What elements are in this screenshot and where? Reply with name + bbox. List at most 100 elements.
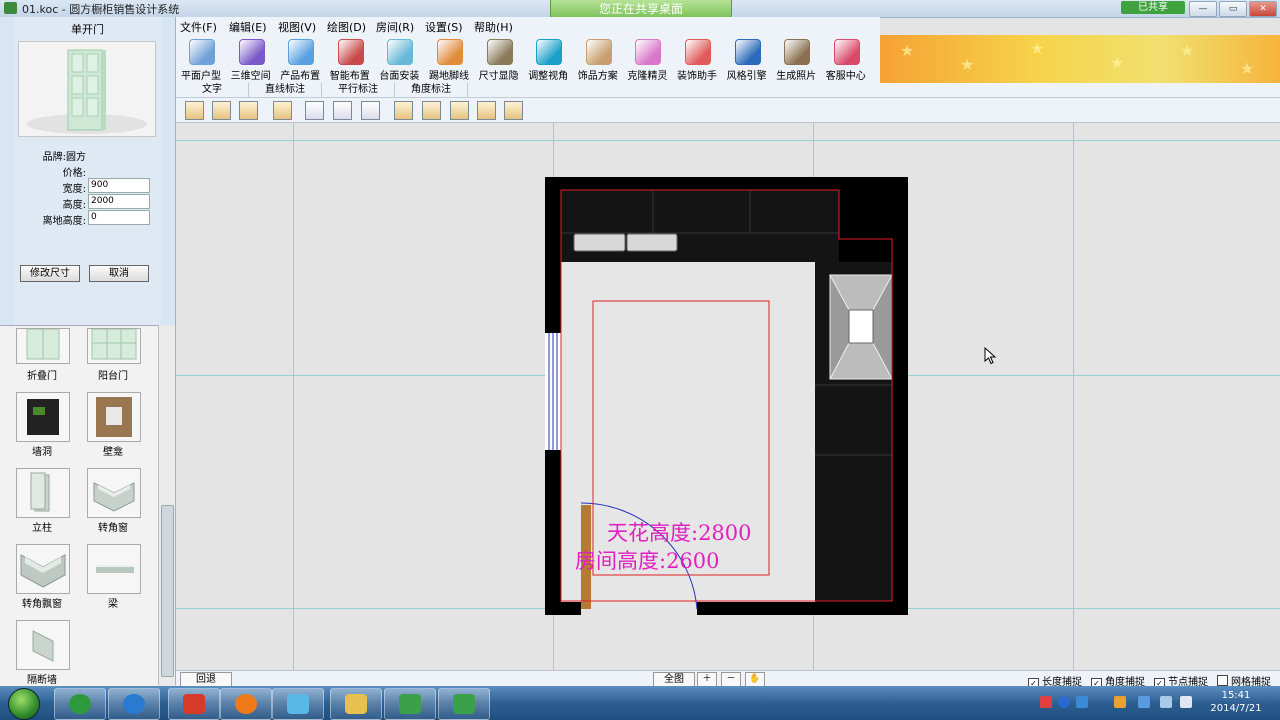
- height-label: 高度:: [62, 200, 86, 211]
- ceiling-height-label: 天花高度:2800: [607, 521, 752, 545]
- toolbar-button[interactable]: 饰品方案: [573, 37, 623, 83]
- rotate-tool-icon[interactable]: [422, 101, 441, 120]
- tab-text[interactable]: 文字: [176, 83, 249, 97]
- toolbar-button[interactable]: 踢地脚线: [424, 37, 474, 83]
- taskbar-app[interactable]: [438, 688, 490, 720]
- app-icon: [183, 694, 205, 714]
- clone-wizard-icon: [635, 39, 662, 65]
- menu-file[interactable]: 文件(F): [180, 19, 217, 35]
- pan-tool-icon[interactable]: [504, 101, 523, 120]
- tray-volume-icon[interactable]: [1180, 696, 1192, 708]
- toolbar-button[interactable]: 风格引擎: [722, 37, 772, 83]
- catalog-item-wall-opening[interactable]: [16, 392, 70, 442]
- menu-room[interactable]: 房间(R): [376, 19, 414, 35]
- fit-view-button[interactable]: 全图: [653, 672, 695, 687]
- text-tool-icon[interactable]: [361, 101, 380, 120]
- system-clock[interactable]: 15:41 2014/7/21: [1206, 689, 1266, 715]
- menu-view[interactable]: 视图(V): [278, 19, 316, 35]
- brand-value: 圆方: [66, 152, 86, 163]
- elevation-input[interactable]: 0: [88, 210, 150, 225]
- close-button[interactable]: ✕: [1249, 1, 1277, 17]
- scroll-thumb[interactable]: [161, 505, 174, 677]
- zoom-window-icon[interactable]: [273, 101, 292, 120]
- catalog-item-corner-bay-window[interactable]: [16, 544, 70, 594]
- menu-edit[interactable]: 编辑(E): [229, 19, 267, 35]
- toolbar-button[interactable]: 装饰助手: [672, 37, 722, 83]
- app-icon: [399, 694, 421, 714]
- tab-parallel-dimension[interactable]: 平行标注: [322, 83, 395, 97]
- catalog-scrollbar[interactable]: [158, 325, 175, 685]
- catalog-label: 梁: [108, 599, 118, 610]
- toolbar-button[interactable]: 三维空间: [226, 37, 276, 83]
- catalog-item-partition-wall[interactable]: [16, 620, 70, 670]
- toolbar-button[interactable]: 克隆精灵: [622, 37, 672, 83]
- toolbar-button[interactable]: 产品布置: [275, 37, 325, 83]
- tray-app-icon[interactable]: [1076, 696, 1088, 708]
- draw-wall-icon[interactable]: [212, 101, 231, 120]
- menu-draw[interactable]: 绘图(D): [327, 19, 366, 35]
- toolbar-button[interactable]: 尺寸显隐: [474, 37, 524, 83]
- start-button[interactable]: [8, 688, 40, 720]
- floor-plan[interactable]: [176, 123, 1280, 670]
- catalog-item-pillar[interactable]: [16, 468, 70, 518]
- menu-settings[interactable]: 设置(S): [425, 19, 463, 35]
- toolbar-button[interactable]: 平面户型: [176, 37, 226, 83]
- diagonal-dimension-icon[interactable]: [333, 101, 352, 120]
- catalog-item-beam[interactable]: [87, 544, 141, 594]
- modify-size-button[interactable]: 修改尺寸: [20, 265, 80, 282]
- maximize-button[interactable]: ▭: [1219, 1, 1247, 17]
- catalog-item-corner-window[interactable]: [87, 468, 141, 518]
- toolbar-button[interactable]: 客服中心: [821, 37, 871, 83]
- select-tool-icon[interactable]: [185, 101, 204, 120]
- width-input[interactable]: 900: [88, 178, 150, 193]
- cancel-button[interactable]: 取消: [89, 265, 149, 282]
- clock-time: 15:41: [1221, 690, 1251, 701]
- zoom-in-icon[interactable]: ＋: [697, 672, 717, 687]
- mouse-cursor-icon: [984, 347, 997, 365]
- door-preview-image: [19, 42, 155, 136]
- taskbar-app[interactable]: [108, 688, 160, 720]
- door-opening: [581, 601, 697, 615]
- taskbar-app[interactable]: [384, 688, 436, 720]
- taskbar-app[interactable]: [168, 688, 220, 720]
- height-input[interactable]: 2000: [88, 194, 150, 209]
- tab-line-dimension[interactable]: 直线标注: [249, 83, 322, 97]
- taskbar-app[interactable]: [54, 688, 106, 720]
- app-icon: [4, 2, 17, 14]
- toolbar-button[interactable]: 调整视角: [523, 37, 573, 83]
- move-tool-icon[interactable]: [450, 101, 469, 120]
- drawing-canvas[interactable]: 天花高度:2800 房间高度:2600: [176, 123, 1280, 670]
- toolbar-button[interactable]: 生成照片: [771, 37, 821, 83]
- mirror-tool-icon[interactable]: [477, 101, 496, 120]
- horizontal-dimension-icon[interactable]: [305, 101, 324, 120]
- app-icon: [287, 694, 309, 714]
- floorplan-icon: [189, 39, 215, 65]
- draw-room-icon[interactable]: [239, 101, 258, 120]
- taskbar-app[interactable]: [272, 688, 324, 720]
- menu-help[interactable]: 帮助(H): [474, 19, 513, 35]
- catalog-item-niche[interactable]: [87, 392, 141, 442]
- checkbox-icon[interactable]: [1217, 675, 1228, 686]
- tab-angle-dimension[interactable]: 角度标注: [395, 83, 468, 97]
- toolbar-button[interactable]: 台面安装: [374, 37, 424, 83]
- catalog-item-folding-door[interactable]: [16, 328, 70, 364]
- catalog-item-balcony-door[interactable]: [87, 328, 141, 364]
- minimize-button[interactable]: —: [1189, 1, 1217, 17]
- toolbar-button[interactable]: 智能布置: [325, 37, 375, 83]
- panel-title: 单开门: [71, 23, 104, 36]
- zoom-out-icon[interactable]: －: [721, 672, 741, 687]
- taskbar-app[interactable]: [220, 688, 272, 720]
- catalog-label: 转角窗: [98, 523, 128, 534]
- undo-button[interactable]: 回退: [180, 672, 232, 687]
- tray-shield-icon[interactable]: [1138, 696, 1150, 708]
- pan-hand-icon[interactable]: ✋: [745, 672, 765, 687]
- tray-network-icon[interactable]: [1160, 696, 1172, 708]
- tray-help-icon[interactable]: [1058, 696, 1070, 708]
- catalog-label: 折叠门: [27, 371, 57, 382]
- angle-tool-icon[interactable]: [394, 101, 413, 120]
- tray-qq-icon[interactable]: [1114, 696, 1126, 708]
- cube-icon: [238, 39, 265, 65]
- browser-icon: [235, 694, 257, 714]
- taskbar-app[interactable]: [330, 688, 382, 720]
- tray-sogou-icon[interactable]: [1040, 696, 1052, 708]
